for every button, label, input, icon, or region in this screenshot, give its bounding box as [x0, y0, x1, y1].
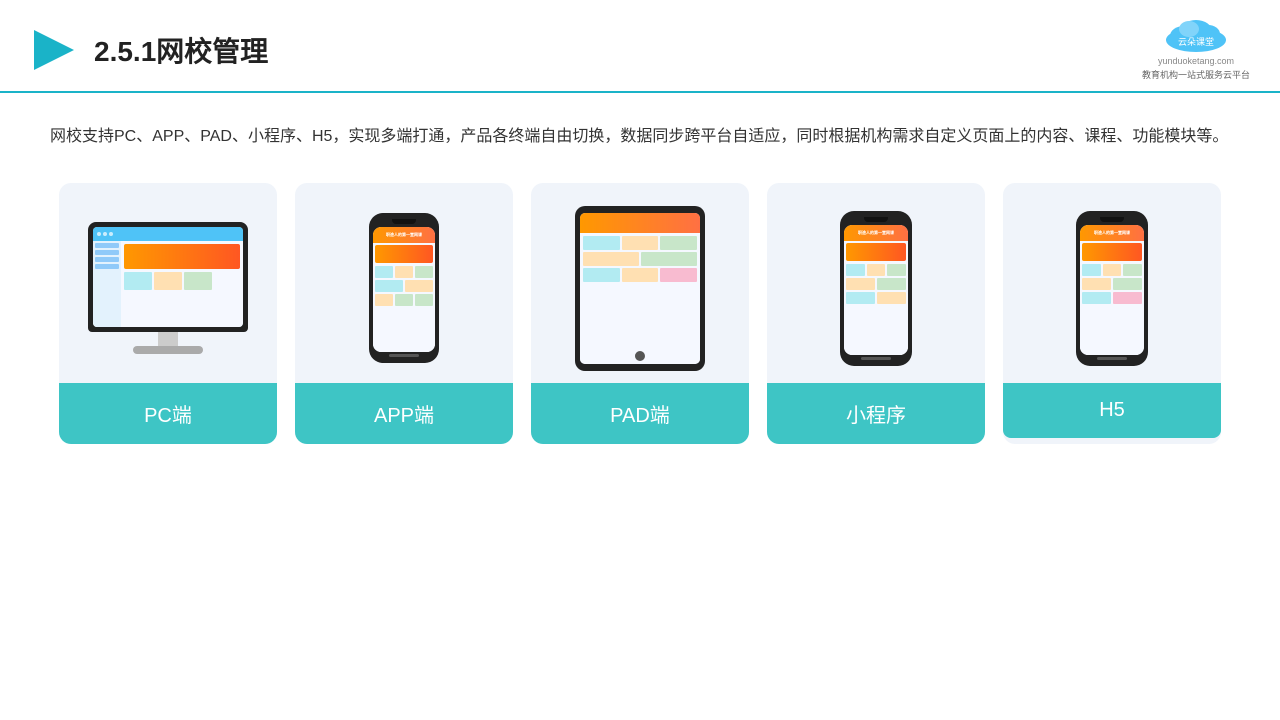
card-pc: PC端 — [59, 183, 277, 444]
card-h5: 职途人的第一堂网课 — [1003, 183, 1221, 444]
pc-mockup — [88, 222, 248, 354]
phone-mockup-h5: 职途人的第一堂网课 — [1076, 211, 1148, 366]
page-title: 2.5.1网校管理 — [94, 30, 268, 70]
card-app-label: APP端 — [295, 383, 513, 444]
logo-area: 云朵课堂 yunduoketang.com 教育机构一站式服务云平台 — [1142, 18, 1250, 81]
phone-mockup-app: 职途人的第一堂网课 — [369, 213, 439, 363]
card-pc-image — [59, 183, 277, 383]
card-app: 职途人的第一堂网课 — [295, 183, 513, 444]
phone-mockup-mini: 职途人的第一堂网课 — [840, 211, 912, 366]
main-content: 网校支持PC、APP、PAD、小程序、H5，实现多端打通，产品各终端自由切换，数… — [0, 93, 1280, 464]
card-h5-label: H5 — [1003, 383, 1221, 438]
header-left: 2.5.1网校管理 — [30, 26, 268, 74]
card-miniprogram-label: 小程序 — [767, 383, 985, 444]
card-h5-image: 职途人的第一堂网课 — [1003, 183, 1221, 383]
cards-row: PC端 职途人的第一堂网课 — [50, 183, 1230, 444]
card-pc-label: PC端 — [59, 383, 277, 444]
logo-slogan: 教育机构一站式服务云平台 — [1142, 68, 1250, 81]
card-app-image: 职途人的第一堂网课 — [295, 183, 513, 383]
description-text: 网校支持PC、APP、PAD、小程序、H5，实现多端打通，产品各终端自由切换，数… — [50, 121, 1230, 153]
card-pad-image — [531, 183, 749, 383]
svg-text:云朵课堂: 云朵课堂 — [1178, 36, 1214, 47]
card-miniprogram: 职途人的第一堂网课 — [767, 183, 985, 444]
card-miniprogram-image: 职途人的第一堂网课 — [767, 183, 985, 383]
play-icon — [30, 26, 78, 74]
logo-url: yunduoketang.com — [1158, 56, 1234, 66]
logo-icon: 云朵课堂 — [1156, 18, 1236, 54]
header: 2.5.1网校管理 云朵课堂 yunduoketang.com 教育机构一站式服… — [0, 0, 1280, 93]
card-pad: PAD端 — [531, 183, 749, 444]
pad-mockup — [575, 206, 705, 371]
card-pad-label: PAD端 — [531, 383, 749, 444]
